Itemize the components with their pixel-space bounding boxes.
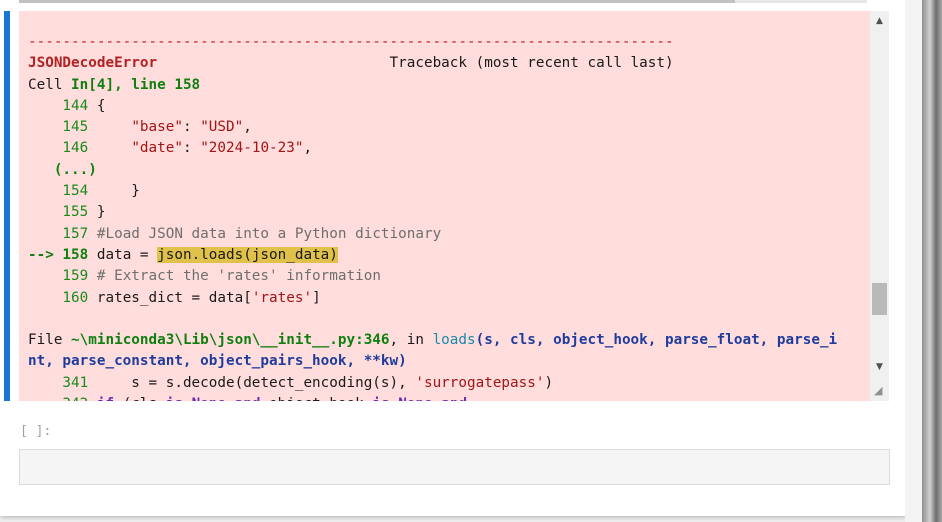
traceback-token: 145: [28, 119, 89, 136]
traceback-token: (...): [28, 161, 97, 178]
horizontal-scroll-thumb[interactable]: [19, 0, 735, 3]
traceback-token: "base": [131, 119, 183, 136]
traceback-token: "date": [131, 140, 183, 157]
window-edge: [905, 0, 922, 522]
traceback-token: None: [398, 396, 432, 401]
traceback-token: In[4], line 158: [71, 76, 201, 93]
traceback-token: is: [372, 396, 389, 401]
traceback-line: 146 "date": "2024-10-23",: [28, 140, 312, 156]
traceback-token: :: [182, 119, 201, 136]
traceback-line: ----------------------------------------…: [28, 34, 674, 50]
traceback-text: ----------------------------------------…: [28, 32, 837, 401]
traceback-line: 160 rates_dict = data['rates']: [28, 289, 321, 306]
traceback-token: :: [182, 140, 201, 157]
traceback-line: 154 }: [28, 183, 140, 199]
traceback-token: and: [441, 396, 467, 401]
traceback-token: }: [88, 204, 106, 221]
traceback-line: File ~\miniconda3\Lib\json\__init__.py:3…: [28, 332, 837, 348]
output-vertical-scrollbar[interactable]: ▲ ▼: [870, 11, 889, 401]
traceback-token: if: [97, 396, 114, 401]
active-cell-marker[interactable]: [4, 11, 10, 401]
traceback-token: s = s.decode(detect_encoding(s),: [88, 374, 416, 391]
traceback-line: 341 s = s.decode(detect_encoding(s), 'su…: [28, 375, 553, 391]
traceback-token: [88, 396, 97, 401]
traceback-line: 159 # Extract the 'rates' information: [28, 268, 381, 284]
traceback-token: JSONDecodeError: [28, 55, 158, 72]
traceback-token: , in: [389, 332, 433, 349]
traceback-token: and: [235, 396, 261, 401]
traceback-token: [88, 119, 131, 135]
traceback-token: 342: [28, 396, 88, 401]
traceback-token: #Load JSON data into a Python dictionary: [96, 225, 442, 242]
traceback-token: None: [192, 396, 226, 401]
traceback-line: 342 if (cls is None and object_hook is N…: [28, 396, 467, 401]
traceback-token: [183, 396, 192, 401]
traceback-token: 146: [28, 140, 89, 157]
traceback-token: "2024-10-23": [200, 140, 304, 157]
vertical-scroll-thumb[interactable]: [872, 283, 887, 315]
traceback-line: nt, parse_constant, object_pairs_hook, *…: [28, 353, 407, 369]
code-input-cell[interactable]: [19, 449, 890, 485]
traceback-token: nt, parse_constant, object_pairs_hook, *…: [28, 353, 407, 370]
traceback-token: (s, cls, object_hook, parse_float, parse…: [475, 332, 838, 349]
traceback-token: 'rates': [251, 289, 313, 306]
traceback-token: json.loads(json_data): [157, 246, 338, 263]
traceback-line: (...): [28, 162, 97, 178]
error-output-area: ----------------------------------------…: [19, 11, 870, 401]
traceback-token: [390, 396, 399, 401]
traceback-token: # Extract the 'rates' information: [96, 268, 381, 285]
traceback-token: 160: [28, 289, 89, 306]
traceback-token: ,: [303, 140, 313, 157]
traceback-token: rates_dict = data[: [88, 289, 252, 306]
traceback-token: 154: [28, 183, 89, 200]
traceback-token: Traceback (most recent call last): [157, 55, 674, 72]
traceback-token: [433, 396, 442, 401]
traceback-token: (cls: [114, 396, 166, 401]
traceback-token: ~\miniconda3\Lib\json\__init__.py:346: [71, 332, 390, 349]
traceback-token: --> 158: [28, 246, 89, 263]
traceback-line: 145 "base": "USD",: [28, 119, 252, 136]
traceback-token: [88, 226, 97, 242]
traceback-token: 157: [28, 225, 89, 242]
traceback-token: 'surrogatepass': [415, 374, 545, 391]
horizontal-scrollbar[interactable]: [19, 0, 867, 3]
traceback-token: ): [544, 374, 554, 391]
traceback-token: 341: [28, 374, 89, 391]
traceback-token: ]: [312, 289, 321, 306]
traceback-line: Cell In[4], line 158: [28, 77, 200, 93]
traceback-line: 157 #Load JSON data into a Python dictio…: [28, 226, 441, 242]
traceback-line: JSONDecodeError Traceback (most recent c…: [28, 55, 674, 71]
traceback-token: [88, 140, 131, 156]
traceback-line: --> 158 data = json.loads(json_data): [28, 246, 338, 263]
background-desktop: [922, 0, 942, 522]
traceback-token: }: [88, 183, 140, 200]
traceback-token: 144: [28, 97, 89, 114]
traceback-token: {: [88, 97, 106, 114]
traceback-token: Cell: [28, 76, 72, 93]
traceback-line: 155 }: [28, 204, 105, 220]
traceback-token: "USD": [200, 119, 244, 136]
traceback-token: is: [166, 396, 183, 401]
traceback-token: [226, 396, 235, 401]
scroll-up-icon[interactable]: ▲: [870, 13, 889, 30]
cell-prompt: [ ]:: [20, 424, 52, 439]
traceback-token: loads: [432, 332, 476, 349]
resize-handle-icon[interactable]: ◢: [874, 384, 886, 398]
notebook-panel: ----------------------------------------…: [0, 0, 905, 516]
traceback-token: 155: [28, 204, 89, 221]
traceback-token: ----------------------------------------…: [28, 34, 674, 50]
traceback-token: object_hook: [260, 396, 372, 401]
traceback-token: [88, 268, 97, 284]
traceback-token: 159: [28, 268, 89, 285]
traceback-token: ,: [243, 119, 252, 136]
scroll-down-icon[interactable]: ▼: [870, 359, 889, 376]
traceback-token: File: [28, 332, 72, 349]
traceback-line: 144 {: [28, 98, 105, 114]
traceback-token: data =: [88, 246, 158, 263]
